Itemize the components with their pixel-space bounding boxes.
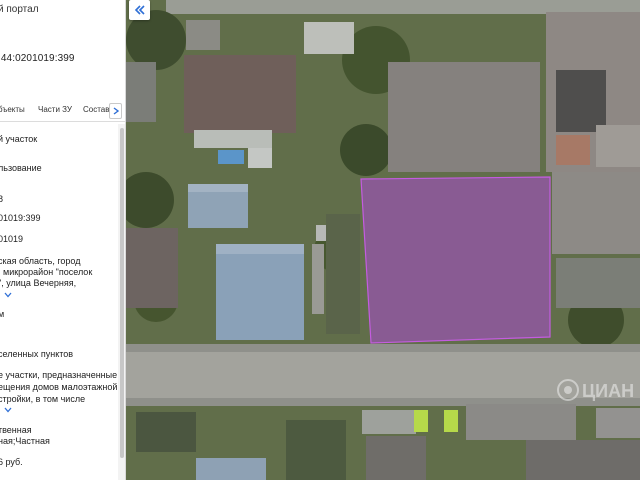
tab-composition[interactable]: Состав xyxy=(83,105,110,114)
cadastral-number: :44:0201019:399 xyxy=(0,53,75,64)
tab-parts[interactable]: Части ЗУ xyxy=(38,105,72,114)
parcel-usage: льзование xyxy=(0,163,42,173)
ownership-line-2: ная;Частная xyxy=(0,436,50,446)
portal-title: й портал xyxy=(0,4,39,15)
info-panel: й портал :44:0201019:399 бъекты Части ЗУ… xyxy=(0,0,126,480)
satellite-map[interactable]: ЦИАН xyxy=(126,0,640,480)
parcel-quarter-digit: 8 xyxy=(0,193,3,205)
tab-bar: бъекты Части ЗУ Состав xyxy=(0,100,125,122)
parcel-type: й участок xyxy=(0,134,38,144)
watermark-text: ЦИАН xyxy=(582,381,634,401)
area-unit: м xyxy=(0,308,4,320)
parcel-quarter: 01019 xyxy=(0,234,24,244)
permitted-use-line-3: стройки, в том числе xyxy=(0,394,86,404)
parcel-number: 01019:399 xyxy=(0,213,41,223)
parcel-attributes: й участок льзование 8 01019:399 01019 ск… xyxy=(0,124,118,480)
cadastral-value: 6 руб. xyxy=(0,457,23,467)
tab-objects[interactable]: бъекты xyxy=(0,105,25,114)
panel-scrollbar[interactable] xyxy=(118,124,125,480)
permitted-use-line-2: ещения домов малоэтажной xyxy=(0,382,118,392)
cian-watermark-icon: ЦИАН xyxy=(557,379,634,401)
chevron-down-icon[interactable] xyxy=(4,292,12,298)
double-chevron-left-icon xyxy=(134,5,145,15)
tab-scroll-right-button[interactable] xyxy=(109,103,122,119)
permitted-use-line-1: е участки, предназначенные xyxy=(0,370,118,380)
chevron-right-icon xyxy=(113,107,119,115)
land-category: селенных пунктов xyxy=(0,349,74,359)
scrollbar-thumb[interactable] xyxy=(120,128,124,458)
collapse-panel-button[interactable] xyxy=(129,0,150,20)
chevron-down-icon[interactable] xyxy=(4,407,12,413)
selected-parcel-polygon[interactable] xyxy=(360,176,551,344)
address-line-3: ", улица Вечерняя, xyxy=(0,278,77,288)
satellite-imagery xyxy=(126,0,640,480)
